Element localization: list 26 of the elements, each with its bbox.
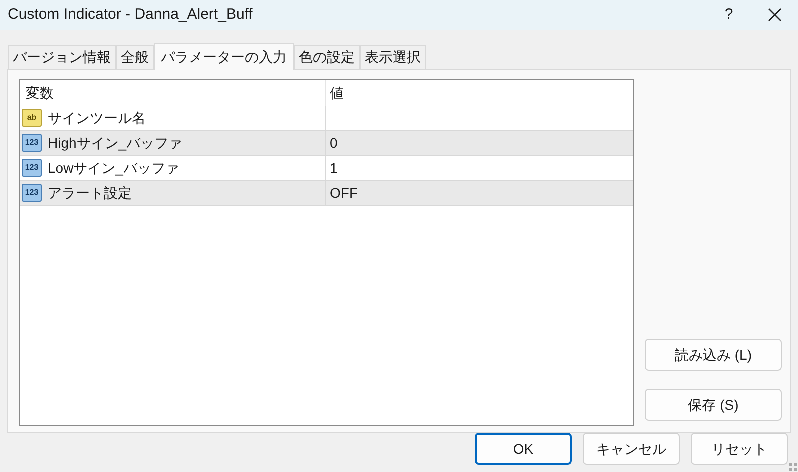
dialog-button[interactable]: キャンセル [583, 433, 680, 465]
dialog-button[interactable]: リセット [691, 433, 788, 465]
parameter-name: アラート設定 [48, 184, 132, 202]
column-header: 値 [329, 84, 345, 102]
number-parameter-icon: 123 [22, 184, 42, 202]
help-button[interactable]: ? [706, 0, 752, 30]
tab[interactable]: バージョン情報 [8, 45, 116, 69]
tab[interactable]: 色の設定 [294, 45, 360, 69]
close-icon [768, 8, 782, 22]
parameter-name: Highサイン_バッファ [48, 134, 183, 153]
tab[interactable]: 全般 [116, 45, 154, 69]
tab[interactable]: 表示選択 [360, 45, 426, 69]
parameter-value[interactable]: OFF [330, 182, 358, 204]
resize-grip-icon [789, 463, 797, 471]
text-parameter-icon: ab [22, 109, 42, 127]
parameter-value[interactable]: 1 [330, 158, 338, 178]
parameter-name: Lowサイン_バッファ [48, 158, 180, 178]
load-button[interactable]: 読み込み (L) [645, 339, 782, 371]
window-title: Custom Indicator - Danna_Alert_Buff [8, 4, 254, 25]
number-parameter-icon: 123 [22, 159, 42, 177]
dialog-button[interactable]: OK [475, 433, 572, 465]
number-parameter-icon: 123 [22, 134, 42, 152]
tab[interactable]: パラメーターの入力 [154, 43, 294, 70]
save-button[interactable]: 保存 (S) [645, 389, 782, 421]
parameter-value[interactable]: 0 [330, 132, 338, 154]
parameter-name: サインツール名 [48, 108, 146, 128]
